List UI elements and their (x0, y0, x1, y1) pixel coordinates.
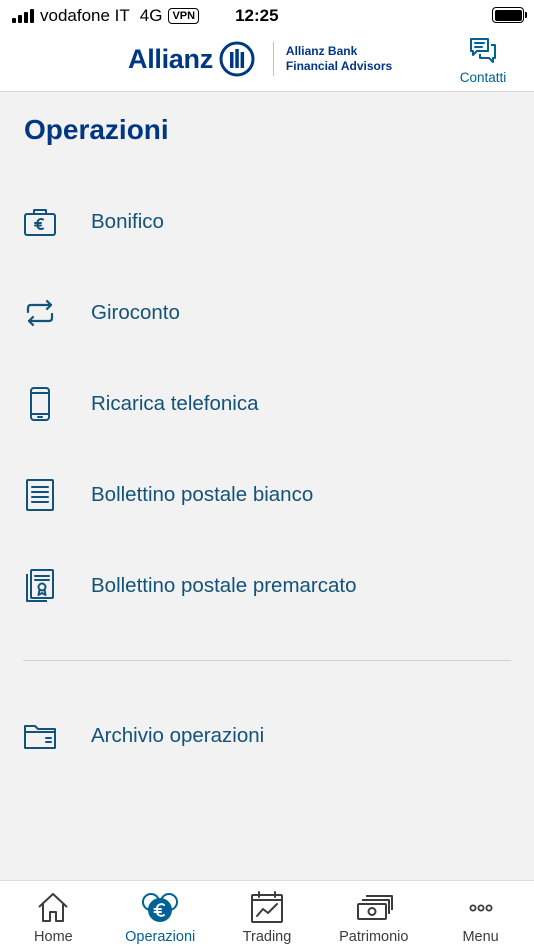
status-bar: vodafone IT 4G VPN 12:25 (0, 0, 534, 32)
menu-item-label: Bonifico (91, 209, 164, 233)
euro-coins-icon (142, 893, 179, 922)
tab-trading[interactable]: Trading (214, 881, 321, 950)
menu-item-bollettino-premarcato[interactable]: Bollettino postale premarcato (0, 540, 534, 631)
contacts-label: Contatti (459, 70, 507, 85)
tab-menu[interactable]: Menu (427, 881, 534, 950)
tab-label: Menu (462, 929, 499, 945)
phone-icon (22, 386, 58, 422)
vpn-badge: VPN (168, 8, 200, 24)
allianz-eagle-mark-icon (219, 41, 255, 77)
page-title: Operazioni (24, 114, 169, 145)
euro-wallet-icon (22, 204, 58, 240)
transfer-arrows-icon (22, 295, 58, 331)
trading-chart-icon (250, 891, 283, 923)
menu-item-bollettino-bianco[interactable]: Bollettino postale bianco (0, 449, 534, 540)
tab-label: Home (34, 929, 73, 945)
status-time: 12:25 (235, 6, 279, 25)
signal-strength-icon (12, 9, 34, 23)
menu-item-giroconto[interactable]: Giroconto (0, 267, 534, 358)
sub-brand: Allianz Bank Financial Advisors (286, 44, 392, 74)
battery-icon (492, 7, 527, 23)
chat-bubbles-icon (470, 38, 496, 63)
menu-item-label: Bollettino postale bianco (91, 482, 314, 506)
sub-brand-line2: Financial Advisors (285, 59, 393, 73)
menu-item-bonifico[interactable]: Bonifico (0, 176, 534, 267)
menu-item-label: Bollettino postale premarcato (91, 573, 357, 597)
tab-label: Operazioni (125, 929, 196, 945)
tab-home[interactable]: Home (0, 881, 107, 950)
document-icon (22, 477, 58, 513)
app-header: Allianz Allianz Bank Financial Advisors … (0, 32, 534, 92)
tab-label: Patrimonio (339, 929, 409, 945)
operations-list: Bonifico Giroconto Ricarica telefonica B… (0, 176, 534, 631)
banknotes-icon (356, 895, 393, 920)
menu-item-ricarica-telefonica[interactable]: Ricarica telefonica (0, 358, 534, 449)
tab-label: Trading (242, 929, 292, 945)
tab-patrimonio[interactable]: Patrimonio (320, 881, 427, 950)
contacts-button[interactable]: Contatti (456, 36, 510, 85)
menu-item-label: Archivio operazioni (91, 723, 265, 747)
menu-item-label: Ricarica telefonica (91, 391, 259, 415)
archive-row[interactable]: Archivio operazioni (0, 690, 534, 781)
allianz-logo: Allianz Allianz Bank Financial Advisors (128, 41, 392, 77)
logo-divider (272, 42, 274, 76)
more-dots-icon (469, 904, 493, 912)
list-divider (23, 660, 511, 661)
certificate-icon (22, 568, 58, 604)
home-icon (38, 893, 69, 922)
menu-item-label: Giroconto (91, 300, 180, 324)
bottom-tab-bar: Home Operazioni Trading Patrimonio Menu (0, 880, 534, 950)
folder-icon (22, 718, 58, 754)
network-type: 4G (139, 6, 163, 25)
brand-name: Allianz (128, 43, 213, 74)
sub-brand-line1: Allianz Bank (285, 44, 358, 58)
carrier-name: vodafone IT (40, 6, 130, 25)
tab-operazioni[interactable]: Operazioni (107, 881, 214, 950)
menu-item-archivio-operazioni[interactable]: Archivio operazioni (0, 690, 534, 781)
